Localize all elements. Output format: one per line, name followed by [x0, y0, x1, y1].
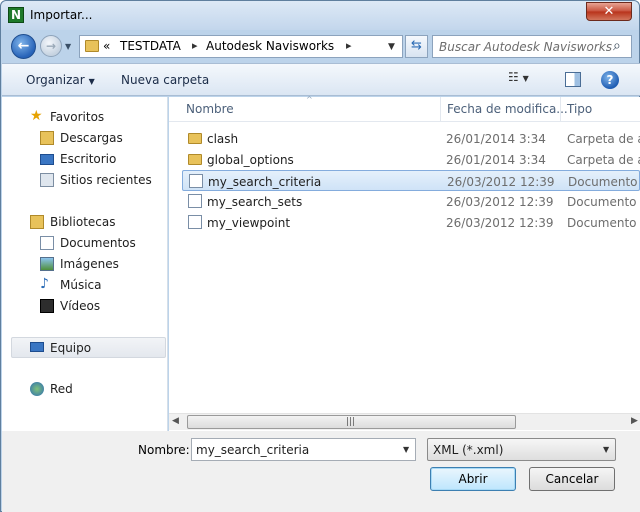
file-row-clash[interactable]: clash 26/01/2014 3:34 Carpeta de a: [182, 128, 640, 149]
nav-item-descargas[interactable]: Descargas: [2, 128, 168, 148]
search-input[interactable]: Buscar Autodesk Navisworks ⌕: [432, 35, 632, 58]
forward-arrow-icon: →: [45, 39, 57, 53]
filename-label: Nombre:: [138, 443, 190, 457]
open-button[interactable]: Abrir: [430, 467, 516, 491]
chevron-down-icon: ▼: [522, 74, 529, 83]
help-icon: ?: [606, 73, 614, 87]
dialog-footer: Nombre: my_search_criteria ▼ XML (*.xml)…: [2, 431, 640, 512]
nav-item-musica[interactable]: ♪ Música: [2, 275, 168, 295]
navigation-pane: ★ Favoritos Descargas Escritorio Sitios …: [2, 97, 168, 431]
close-icon: ✕: [603, 4, 615, 19]
chevron-down-icon: ▼: [88, 77, 95, 86]
file-row-my-search-criteria[interactable]: my_search_criteria 26/03/2012 12:39 Docu…: [182, 170, 640, 191]
scrollbar-thumb[interactable]: |||: [187, 415, 516, 429]
address-dropdown-icon[interactable]: ▼: [388, 42, 395, 52]
nav-item-videos[interactable]: Vídeos: [2, 296, 168, 316]
address-bar[interactable]: « TESTDATA ▸ Autodesk Navisworks ▸ ▼: [79, 35, 403, 58]
back-button[interactable]: ←: [11, 34, 36, 59]
organize-menu[interactable]: Organizar ▼: [26, 73, 95, 87]
column-name[interactable]: Nombre: [186, 102, 234, 116]
refresh-icon: ⇆: [411, 38, 422, 53]
search-placeholder: Buscar Autodesk Navisworks: [439, 40, 612, 54]
nav-libraries[interactable]: Bibliotecas: [2, 212, 168, 232]
address-overflow[interactable]: «: [103, 39, 110, 53]
grip-icon: |||: [346, 417, 356, 427]
video-film-icon: [40, 299, 54, 313]
horizontal-scrollbar[interactable]: ◀ ||| ▶: [169, 413, 640, 430]
forward-button[interactable]: →: [40, 35, 62, 57]
chevron-down-icon: ▼: [603, 445, 610, 454]
chevron-down-icon[interactable]: ▼: [403, 445, 409, 454]
back-arrow-icon: ←: [17, 38, 30, 54]
downloads-folder-icon: [40, 131, 54, 145]
computer-icon: [30, 342, 44, 352]
nav-item-escritorio[interactable]: Escritorio: [2, 149, 168, 169]
desktop-icon: [40, 154, 54, 165]
navisworks-app-icon: N: [8, 7, 24, 23]
pictures-icon: [40, 257, 54, 271]
xml-file-icon: [189, 174, 203, 188]
scroll-left-icon[interactable]: ◀: [172, 416, 179, 426]
breadcrumb-autodesk-navisworks[interactable]: Autodesk Navisworks: [206, 39, 334, 53]
history-dropdown-icon[interactable]: ▼: [65, 43, 75, 51]
folder-icon: [85, 40, 99, 52]
libraries-icon: [30, 215, 44, 229]
nav-item-sitios-recientes[interactable]: Sitios recientes: [2, 170, 168, 190]
nav-item-imagenes[interactable]: Imágenes: [2, 254, 168, 274]
music-note-icon: ♪: [40, 276, 49, 292]
chevron-right-icon[interactable]: ▸: [192, 39, 198, 52]
details-view-icon: ☷: [508, 70, 519, 84]
nav-computer[interactable]: Equipo: [11, 337, 166, 358]
address-row: ← → ▼ « TESTDATA ▸ Autodesk Navisworks ▸…: [7, 31, 635, 63]
window-title: Importar...: [30, 8, 93, 22]
file-row-my-viewpoint[interactable]: my_viewpoint 26/03/2012 12:39 Documento: [182, 212, 640, 233]
file-row-global-options[interactable]: global_options 26/01/2014 3:34 Carpeta d…: [182, 149, 640, 170]
view-options-button[interactable]: ☷ ▼: [508, 70, 548, 90]
search-icon: ⌕: [613, 38, 621, 54]
nav-favorites[interactable]: ★ Favoritos: [2, 107, 168, 127]
preview-pane-button[interactable]: [565, 72, 581, 87]
column-header-row: ^ Nombre Fecha de modifica... Tipo: [169, 95, 640, 122]
folder-icon: [188, 133, 202, 144]
cancel-button[interactable]: Cancelar: [529, 467, 615, 491]
chevron-right-icon[interactable]: ▸: [346, 39, 352, 52]
xml-file-icon: [188, 215, 202, 229]
breadcrumb-testdata[interactable]: TESTDATA: [120, 39, 181, 53]
new-folder-button[interactable]: Nueva carpeta: [121, 73, 209, 87]
column-divider[interactable]: [560, 97, 561, 122]
sort-ascending-icon: ^: [306, 95, 313, 104]
xml-file-icon: [188, 194, 202, 208]
column-type[interactable]: Tipo: [567, 102, 592, 116]
star-icon: ★: [30, 108, 43, 124]
close-button[interactable]: ✕: [586, 2, 632, 21]
network-globe-icon: [30, 382, 44, 396]
documents-icon: [40, 236, 54, 250]
filename-input[interactable]: my_search_criteria ▼: [191, 438, 416, 461]
folder-icon: [188, 154, 202, 165]
column-date[interactable]: Fecha de modifica...: [447, 102, 568, 116]
title-bar: N Importar... ✕: [1, 1, 639, 30]
scroll-right-icon[interactable]: ▶: [631, 416, 638, 426]
file-type-select[interactable]: XML (*.xml) ▼: [427, 438, 616, 461]
recent-places-icon: [40, 173, 54, 187]
column-divider[interactable]: [440, 97, 441, 122]
nav-network[interactable]: Red: [2, 379, 168, 399]
command-bar: Organizar ▼ Nueva carpeta ☷ ▼ ?: [2, 63, 640, 96]
refresh-button[interactable]: ⇆: [405, 35, 428, 58]
file-row-my-search-sets[interactable]: my_search_sets 26/03/2012 12:39 Document…: [182, 191, 640, 212]
nav-item-documentos[interactable]: Documentos: [2, 233, 168, 253]
import-dialog: N Importar... ✕ ← → ▼ « TESTDATA ▸ Autod…: [0, 0, 640, 512]
help-button[interactable]: ?: [601, 71, 619, 89]
file-list: ^ Nombre Fecha de modifica... Tipo clash…: [169, 95, 640, 431]
